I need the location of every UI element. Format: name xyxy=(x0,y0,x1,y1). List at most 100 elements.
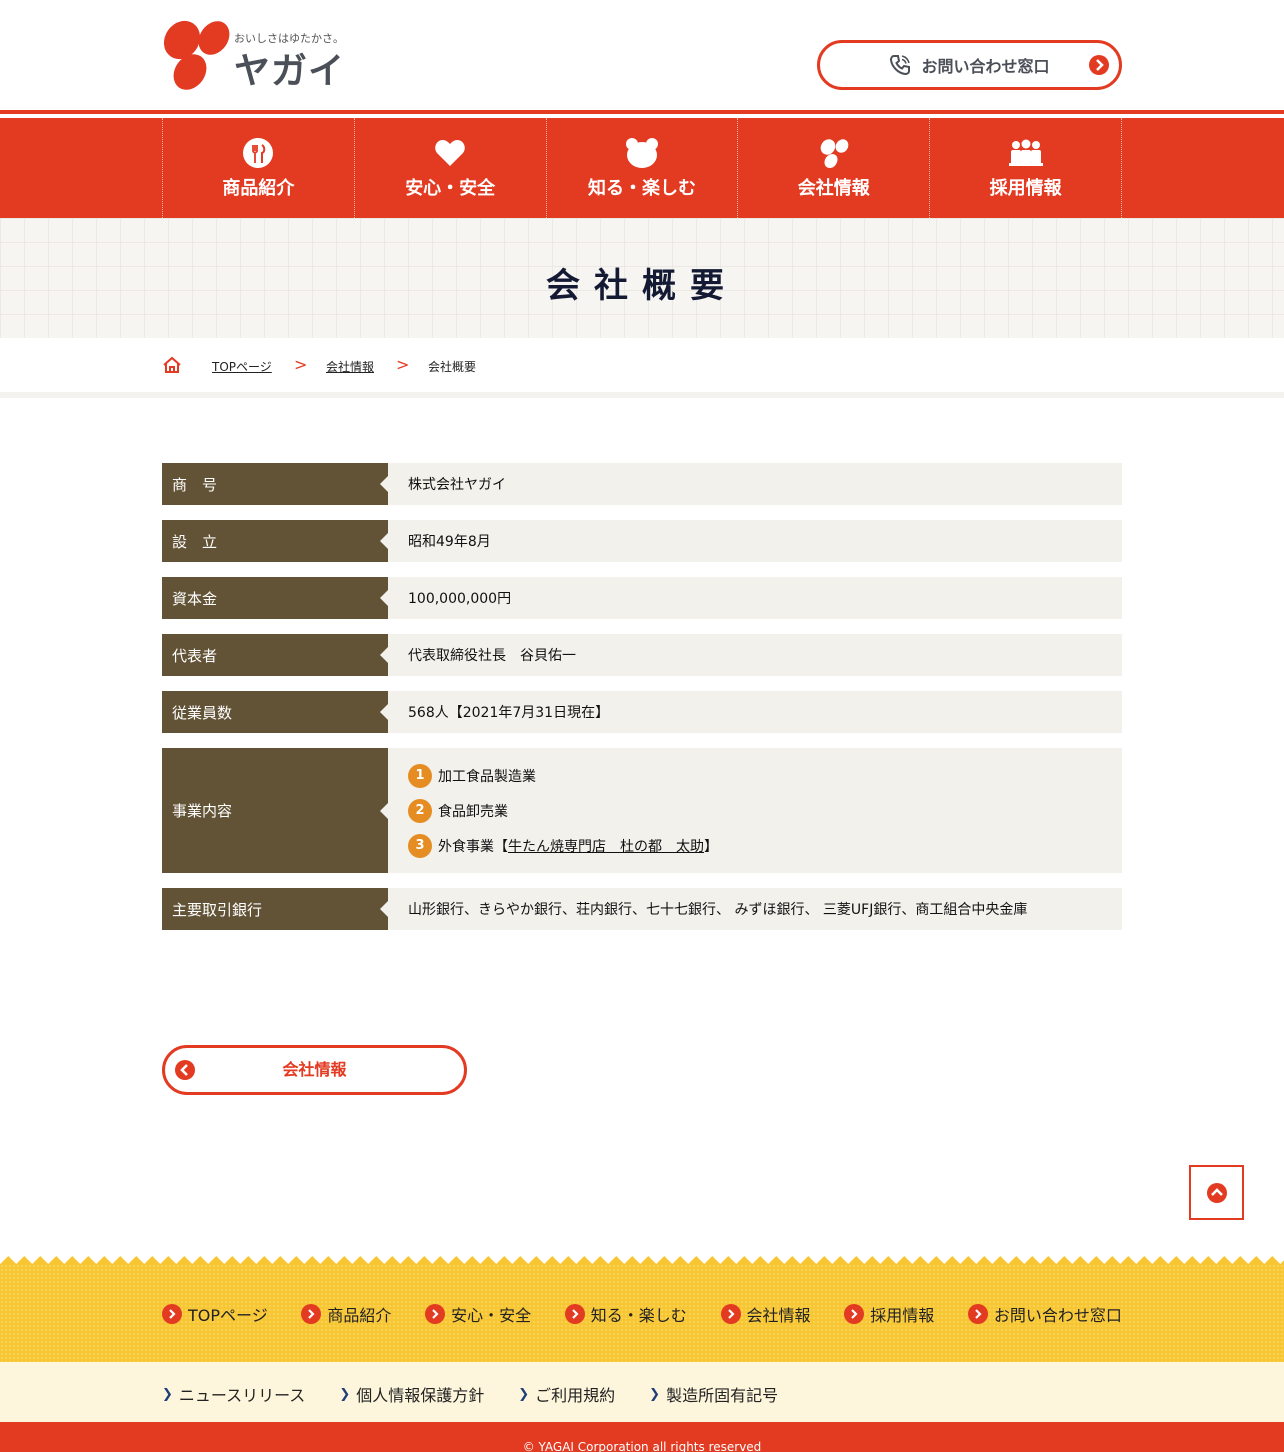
list-item-text: 外食事業【 xyxy=(438,838,508,855)
chevron-right-icon xyxy=(564,1304,585,1324)
heart-icon xyxy=(435,140,465,166)
site-logo[interactable]: おいしさはゆたかさ。 ヤガイ xyxy=(162,18,346,92)
profile-row-capital: 資本金 100,000,000円 xyxy=(162,577,1122,619)
footer-sub-link-privacy[interactable]: ❯ 個人情報保護方針 xyxy=(339,1382,484,1406)
footer-link-label: TOPページ xyxy=(188,1306,268,1325)
number-badge: 3 xyxy=(408,833,432,858)
list-item-text: 加工食品製造業 xyxy=(438,768,536,785)
home-icon[interactable] xyxy=(162,356,182,374)
nav-item-products[interactable]: 商品紹介 xyxy=(163,118,355,218)
chevron-right-icon xyxy=(301,1304,322,1324)
row-label: 代表者 xyxy=(162,634,389,676)
row-label: 資本金 xyxy=(162,577,389,619)
nav-item-label: 知る・楽しむ xyxy=(587,178,696,199)
footer-sub-link-label: 製造所固有記号 xyxy=(666,1386,779,1405)
footer-sub-link-terms[interactable]: ❯ ご利用規約 xyxy=(518,1382,615,1406)
row-value: 昭和49年8月 xyxy=(388,520,1122,562)
footer-link-label: 商品紹介 xyxy=(327,1306,392,1325)
footer-link-products[interactable]: 商品紹介 xyxy=(301,1302,391,1326)
nav-item-recruit[interactable]: 採用情報 xyxy=(930,118,1122,218)
footer-sub-link-news[interactable]: ❯ ニュースリリース xyxy=(162,1382,305,1406)
profile-row-employees: 従業員数 568人【2021年7月31日現在】 xyxy=(162,691,1122,733)
page-top-button[interactable] xyxy=(1189,1165,1244,1220)
number-badge: 2 xyxy=(408,798,432,823)
arrow-right-icon xyxy=(1089,55,1109,75)
nav-item-label: 安心・安全 xyxy=(405,178,496,199)
breadcrumb-separator: > xyxy=(294,355,308,374)
row-value: 株式会社ヤガイ xyxy=(388,463,1122,505)
phone-icon xyxy=(890,55,911,76)
arrow-up-icon xyxy=(1206,1182,1227,1203)
back-button-label: 会社情報 xyxy=(282,1060,347,1079)
row-value: 代表取締役社長 谷貝佑一 xyxy=(388,634,1122,676)
business-list: 1 加工食品製造業 2 食品卸売業 3 外食事業【 牛たん焼専門店 杜の都 太助】 xyxy=(408,763,718,858)
breadcrumb-separator: > xyxy=(396,355,410,374)
footer-link-label: お問い合わせ窓口 xyxy=(993,1306,1122,1325)
footer-nav: TOPページ 商品紹介 安心・安全 知る・楽しむ 会社情報 採用情報 お問い合わ… xyxy=(162,1302,1122,1326)
profile-row-founded: 設 立 昭和49年8月 xyxy=(162,520,1122,562)
nav-item-label: 採用情報 xyxy=(989,178,1062,199)
footer-link-label: 知る・楽しむ xyxy=(590,1306,687,1325)
copyright: © YAGAI Corporation all rights reserved xyxy=(0,1422,1284,1452)
nav-item-company[interactable]: 会社情報 xyxy=(738,118,931,218)
chevron-right-icon xyxy=(162,1304,182,1324)
row-value: 100,000,000円 xyxy=(388,577,1122,619)
chevron-right-icon: ❯ xyxy=(518,1386,530,1402)
footer-sub-link-plant-code[interactable]: ❯ 製造所固有記号 xyxy=(649,1382,778,1406)
chevron-right-icon xyxy=(425,1304,446,1324)
chevron-right-icon xyxy=(967,1304,988,1324)
chevron-right-icon: ❯ xyxy=(649,1386,661,1402)
list-item: 1 加工食品製造業 xyxy=(408,763,718,788)
contact-button-label: お問い合わせ窓口 xyxy=(921,57,1050,76)
number-badge: 1 xyxy=(408,763,432,788)
profile-row-representative: 代表者 代表取締役社長 谷貝佑一 xyxy=(162,634,1122,676)
bear-icon xyxy=(625,138,658,168)
nav-item-safety[interactable]: 安心・安全 xyxy=(355,118,547,218)
footer-sub-link-label: ご利用規約 xyxy=(535,1386,616,1405)
row-label: 事業内容 xyxy=(162,748,389,873)
breadcrumb-link-top[interactable]: TOPページ xyxy=(212,358,272,375)
restaurant-link[interactable]: 牛たん焼専門店 杜の都 太助 xyxy=(508,836,704,856)
footer-sub-link-label: 個人情報保護方針 xyxy=(356,1386,485,1405)
bean-icon xyxy=(820,139,849,169)
footer-link-label: 会社情報 xyxy=(746,1306,811,1325)
row-label: 商 号 xyxy=(162,463,389,505)
chevron-right-icon: ❯ xyxy=(339,1386,351,1402)
profile-row-banks: 主要取引銀行 山形銀行、きらやか銀行、荘内銀行、七十七銀行、 みずほ銀行、 三菱… xyxy=(162,888,1122,930)
row-value: 山形銀行、きらやか銀行、荘内銀行、七十七銀行、 みずほ銀行、 三菱UFJ銀行、商… xyxy=(388,888,1122,930)
back-to-company-button[interactable]: 会社情報 xyxy=(162,1045,467,1095)
contact-button[interactable]: お問い合わせ窓口 xyxy=(817,40,1122,90)
fork-knife-icon xyxy=(243,138,274,168)
row-value: 568人【2021年7月31日現在】 xyxy=(388,691,1122,733)
breadcrumb-divider xyxy=(0,392,1284,398)
breadcrumb-link-company[interactable]: 会社情報 xyxy=(326,358,374,375)
row-label: 従業員数 xyxy=(162,691,389,733)
logo-name: ヤガイ xyxy=(234,51,346,92)
chevron-right-icon xyxy=(844,1304,865,1324)
footer-link-label: 安心・安全 xyxy=(451,1306,532,1325)
footer-link-learn[interactable]: 知る・楽しむ xyxy=(564,1302,687,1326)
row-value: 1 加工食品製造業 2 食品卸売業 3 外食事業【 牛たん焼専門店 杜の都 太助】 xyxy=(388,748,1122,873)
footer-link-recruit[interactable]: 採用情報 xyxy=(844,1302,934,1326)
list-item: 3 外食事業【 牛たん焼専門店 杜の都 太助】 xyxy=(408,833,718,858)
profile-row-business: 事業内容 1 加工食品製造業 2 食品卸売業 3 外食事業【 牛たん焼専門店 杜の… xyxy=(162,748,1122,873)
footer-link-safety[interactable]: 安心・安全 xyxy=(425,1302,531,1326)
chevron-right-icon xyxy=(720,1304,741,1324)
list-item-text: 】 xyxy=(704,838,718,855)
footer-link-company[interactable]: 会社情報 xyxy=(720,1302,811,1326)
footer-sub-link-label: ニュースリリース xyxy=(178,1386,306,1405)
header-divider xyxy=(0,110,1284,114)
footer-link-top[interactable]: TOPページ xyxy=(162,1302,268,1326)
footer-link-contact[interactable]: お問い合わせ窓口 xyxy=(967,1302,1122,1326)
footer-sub-nav: ❯ ニュースリリース ❯ 個人情報保護方針 ❯ ご利用規約 ❯ 製造所固有記号 xyxy=(162,1382,778,1406)
global-nav: 商品紹介 安心・安全 知る・楽しむ 会社情報 採用情報 xyxy=(0,118,1284,218)
row-label: 主要取引銀行 xyxy=(162,888,389,930)
nav-item-learn[interactable]: 知る・楽しむ xyxy=(547,118,739,218)
list-item: 2 食品卸売業 xyxy=(408,798,718,823)
page-title: 会社概要 xyxy=(546,266,738,306)
list-item-text: 食品卸売業 xyxy=(438,803,508,820)
breadcrumb-current: 会社概要 xyxy=(428,360,477,374)
footer-link-label: 採用情報 xyxy=(870,1306,935,1325)
chevron-right-icon: ❯ xyxy=(162,1386,173,1402)
nav-item-label: 会社情報 xyxy=(797,178,870,199)
